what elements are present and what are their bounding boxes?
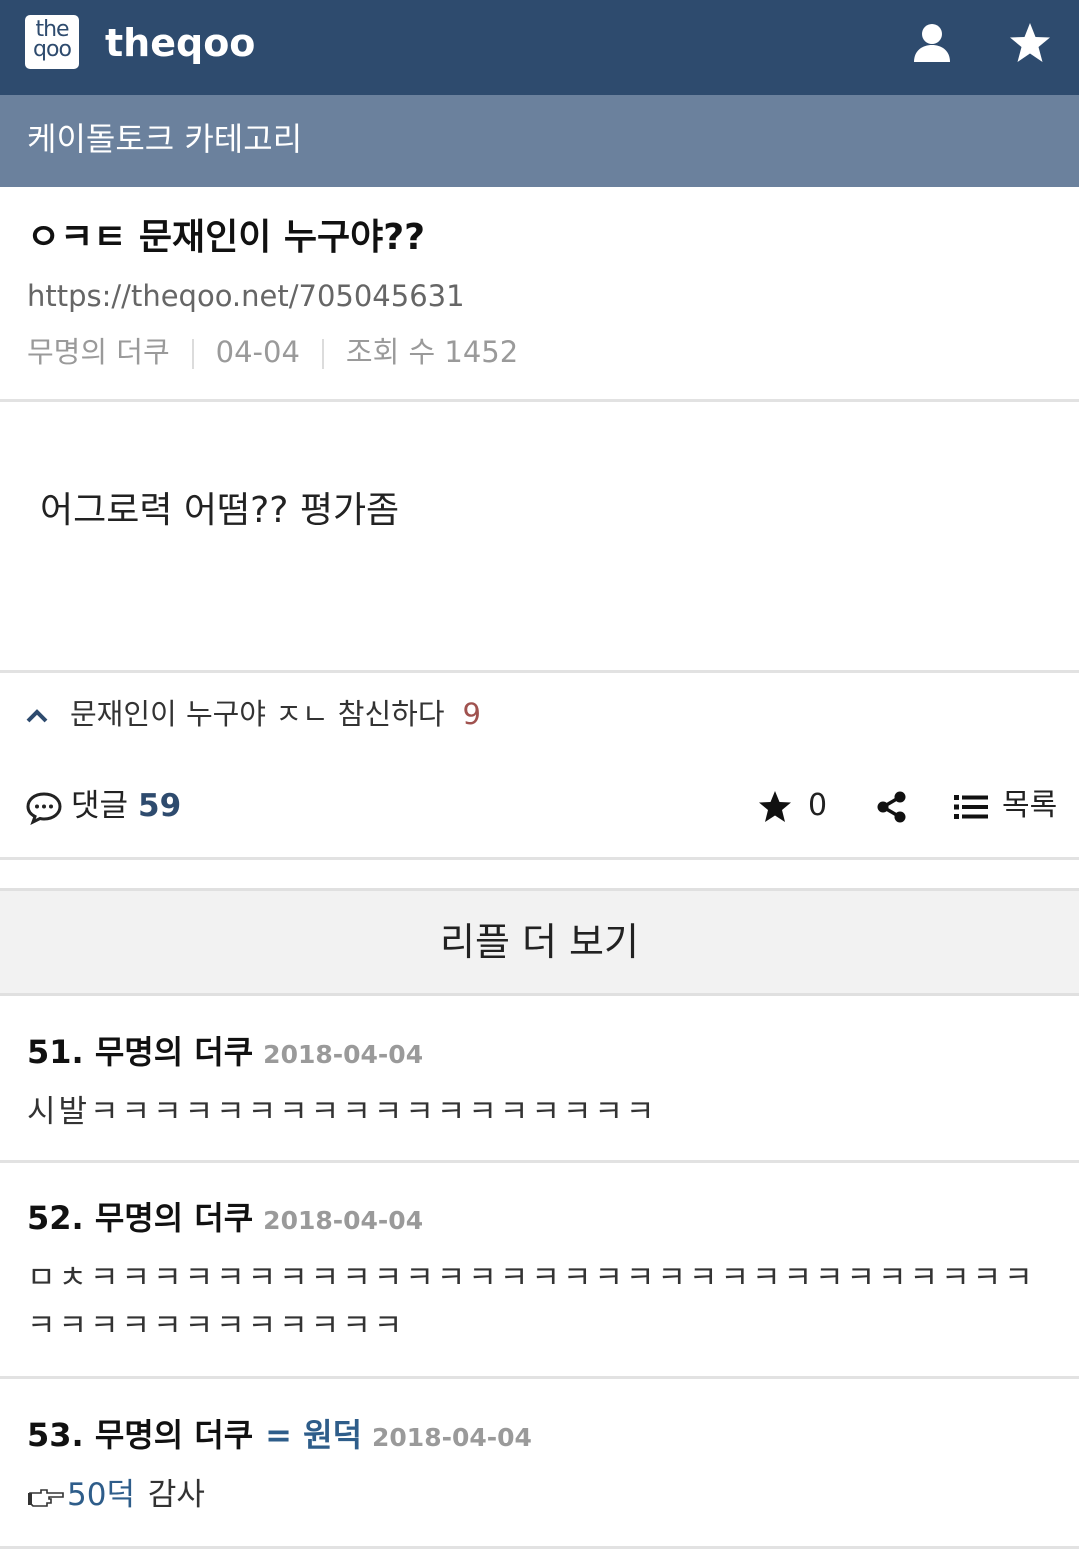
reply-header: 52. 무명의 더쿠 2018-04-04 [27,1199,424,1237]
post-meta: 무명의 더쿠 04-04 조회 수 1452 [27,332,518,372]
speech-bubble-icon [26,791,62,825]
reply-text: ㅁㅊㅋㅋㅋㅋㅋㅋㅋㅋㅋㅋㅋㅋㅋㅋㅋㅋㅋㅋㅋㅋㅋㅋㅋㅋㅋㅋㅋㅋㅋㅋㅋㅋㅋㅋㅋㅋㅋㅋ… [27,1260,1036,1344]
post-title: ㅇㅋㅌ 문재인이 누구야?? [27,217,426,258]
more-replies-button[interactable]: 리플 더 보기 [0,888,1079,996]
site-logo[interactable]: the qoo [25,15,79,69]
divider [0,399,1079,402]
post-author: 무명의 더쿠 [27,335,170,369]
reply-header: 51. 무명의 더쿠 2018-04-04 [27,1033,424,1071]
reply-header: 53. 무명의 더쿠 = 원덕 2018-04-04 [27,1416,532,1454]
share-icon [877,791,906,822]
reply-number: 51 [27,1033,72,1071]
reply-quote-link[interactable]: 50덕 [67,1477,135,1513]
star-count: 0 [808,788,828,823]
category-label: 케이돌토크 카테고리 [27,120,303,158]
meta-divider [321,339,324,369]
reply-date: 2018-04-04 [263,1040,424,1069]
views-label: 조회 수 [345,335,436,369]
top-navbar: the qoo theqoo [0,0,1079,95]
related-post[interactable]: 문재인이 누구야 ㅈㄴ 참신하다 9 [24,694,481,734]
list-button[interactable]: 목록 [954,780,1057,832]
pointing-hand-icon [28,1488,64,1507]
site-name[interactable]: theqoo [105,18,255,68]
post-url[interactable]: https://theqoo.net/705045631 [27,276,465,316]
meta-divider [191,339,194,369]
views-count: 1452 [444,335,519,369]
reply-author: 무명의 더쿠 [94,1199,254,1237]
star-icon [759,790,791,822]
reply-number: 53 [27,1416,72,1454]
reply-text: 시발ㅋㅋㅋㅋㅋㅋㅋㅋㅋㅋㅋㅋㅋㅋㅋㅋㅋㅋ [27,1094,658,1130]
reply-author-tag: = 원덕 [265,1416,363,1454]
divider [0,1546,1079,1549]
star-icon[interactable] [1007,20,1053,66]
category-bar[interactable]: 케이돌토크 카테고리 [0,95,1079,187]
share-button[interactable] [876,780,908,832]
user-icon[interactable] [909,20,955,66]
post-actions: 댓글 59 0 목록 [0,780,1079,832]
chevron-up-icon [26,709,48,723]
reply-author: 무명의 더쿠 [94,1416,254,1454]
star-button[interactable]: 0 [756,780,827,832]
related-post-title: 문재인이 누구야 ㅈㄴ 참신하다 [70,697,445,731]
reply-date: 2018-04-04 [263,1206,424,1235]
divider [0,1376,1079,1379]
logo-text-line2: qoo [33,37,72,62]
comments-label: 댓글 [71,788,129,824]
divider [0,1160,1079,1163]
post-date: 04-04 [215,335,300,369]
comments-count: 59 [138,788,182,824]
reply-author: 무명의 더쿠 [94,1033,254,1071]
divider [0,857,1079,860]
comments-button[interactable]: 댓글 59 [25,780,181,832]
post-body: 어그로력 어떰?? 평가좀 [40,490,400,531]
reply-date: 2018-04-04 [372,1423,532,1452]
reply-text-content: 감사 [147,1477,205,1513]
list-label: 목록 [1002,788,1058,823]
reply-number: 52 [27,1199,72,1237]
list-icon [954,794,988,819]
reply-text: 50덕 감사 [27,1471,1057,1519]
related-comment-count: 9 [462,697,481,731]
divider [0,670,1079,673]
